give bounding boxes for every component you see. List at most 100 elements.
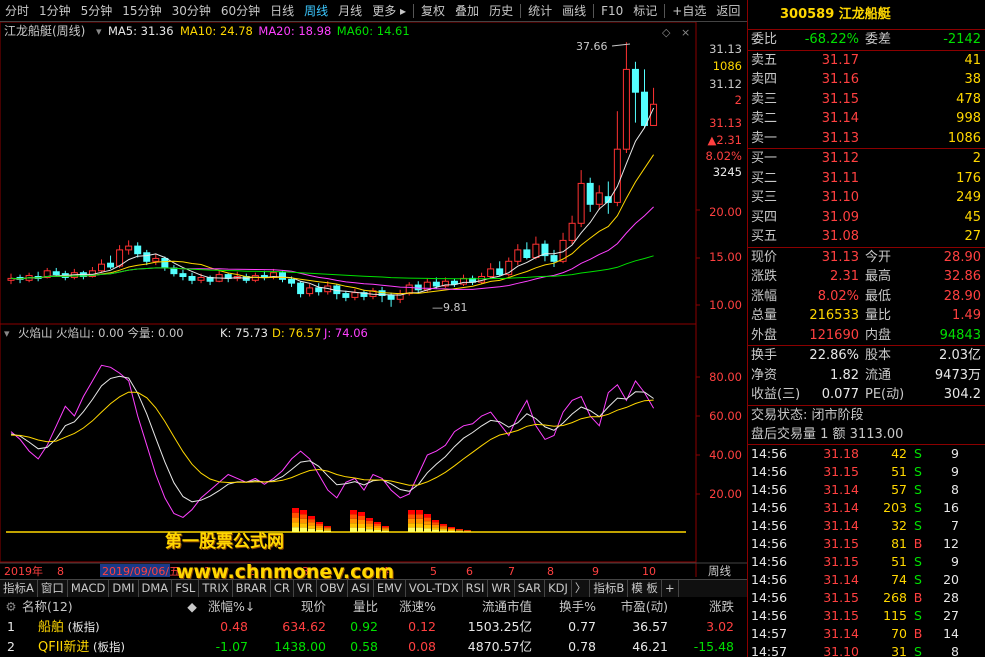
indicator-tab[interactable]: MACD <box>68 580 110 597</box>
indicator-tab[interactable]: WR <box>488 580 515 597</box>
indicator-tab[interactable]: CR <box>271 580 294 597</box>
price-axis-label: 8.02% <box>705 149 742 163</box>
tick-volume: 31 <box>891 643 907 657</box>
order-price: 31.12 <box>821 151 859 166</box>
indicator-tab[interactable]: 窗口 <box>38 580 68 597</box>
buy-orders: 买一 31.12 2 买二 31.11 176 买三 31.10 249 买四 31.09 45 买五 3… <box>748 149 985 248</box>
toolbar-item[interactable]: 月线 <box>333 0 367 22</box>
toolbar-item[interactable]: +自选 <box>667 0 711 22</box>
table-row[interactable]: 1 船舶 (板指) 0.48 634.62 0.92 0.12 1503.25亿 0.77 36… <box>0 617 747 637</box>
stat-value: 28.90 <box>943 249 981 265</box>
collapse-icon[interactable]: ▾ <box>96 25 102 38</box>
toolbar-item[interactable]: 画线 <box>557 0 591 22</box>
toolbar-item[interactable]: 60分钟 <box>216 0 265 22</box>
toolbar-item[interactable]: 复权 <box>416 0 450 22</box>
indicator-tab[interactable]: TRIX <box>199 580 233 597</box>
tick-price: 31.14 <box>823 517 859 533</box>
candle-body <box>577 182 585 224</box>
order-volume: 38 <box>964 72 981 87</box>
column-header[interactable]: 涨速% <box>378 597 436 617</box>
flame-bar <box>316 524 323 526</box>
toolbar-item[interactable]: 返回 <box>711 0 745 22</box>
table-row[interactable]: 2 QFII新进 (板指) -1.07 1438.00 0.58 0.08 4870.57亿… <box>0 637 747 657</box>
flame-bar <box>408 523 415 528</box>
candle-body <box>107 262 115 268</box>
indicator-tab[interactable]: OBV <box>317 580 349 597</box>
flame-bar <box>456 530 463 531</box>
toolbar-item[interactable]: 标记 <box>628 0 662 22</box>
flame-bar <box>366 518 373 521</box>
indicator-tab[interactable]: VOL-TDX <box>406 580 463 597</box>
toolbar-item[interactable]: 15分钟 <box>117 0 166 22</box>
indicator-tab[interactable]: + <box>662 580 679 597</box>
stat-label: 今开 <box>865 249 892 265</box>
toolbar-item[interactable]: 日线 <box>265 0 299 22</box>
indicator-tab[interactable]: 指标A <box>0 580 38 597</box>
toolbar-item[interactable]: 周线 <box>299 0 333 22</box>
price-axis: 31.13 1086 31.12 2 31.13 ▲2.31 8.02% 3245 20.00 1… <box>696 42 742 312</box>
tick-price: 31.15 <box>823 463 859 479</box>
candle-body <box>641 91 648 126</box>
candle-body <box>514 249 522 262</box>
indicator-tab[interactable]: BRAR <box>233 580 271 597</box>
tick-count: 9 <box>951 553 959 569</box>
flame-bar <box>292 512 299 518</box>
stat-value: 8.02% <box>817 288 859 304</box>
column-header[interactable]: 涨跌 <box>668 597 734 617</box>
indicator-tab[interactable]: 指标B <box>590 580 629 597</box>
column-header[interactable]: 市盈(动) <box>596 597 668 617</box>
tick-list[interactable]: 14:56 31.18 42 S 9 14:56 31.15 51 S 9 14:56 31.14 57… <box>748 445 985 657</box>
tick-time: 14:56 <box>751 481 788 497</box>
indicator-tab[interactable]: SAR <box>515 580 546 597</box>
candle-body <box>179 273 187 277</box>
indicator-tab[interactable]: VR <box>294 580 317 597</box>
candle-body <box>342 293 350 298</box>
gear-icon[interactable]: ⚙ <box>0 597 22 617</box>
toolbar-item[interactable]: 更多 ▸ <box>367 0 411 22</box>
toolbar-item[interactable]: 1分钟 <box>34 0 76 22</box>
column-header[interactable]: 名称(12) <box>22 597 176 617</box>
indicator-tab[interactable]: 模 板 <box>628 580 662 597</box>
flame-bar <box>358 528 365 532</box>
flame-bar <box>350 523 357 528</box>
flame-bar <box>358 512 365 516</box>
column-header[interactable]: 涨幅%↓ <box>208 597 255 617</box>
indicator-tab[interactable]: EMV <box>374 580 406 597</box>
column-header[interactable]: 换手% <box>532 597 596 617</box>
toolbar-item[interactable]: 30分钟 <box>167 0 216 22</box>
toolbar-item[interactable]: 5分钟 <box>76 0 118 22</box>
chart-area[interactable]: 江龙船艇(周线) ▾ MA5: 31.36 MA10: 24.78 MA20: 18.9… <box>0 22 747 577</box>
toolbar-item[interactable]: 分时 <box>0 0 34 22</box>
column-header[interactable]: 流通市值 <box>436 597 532 617</box>
toolbar-item[interactable]: F10 <box>596 0 628 22</box>
indicator-tab[interactable]: RSI <box>463 580 489 597</box>
candle-body <box>288 278 296 284</box>
tick-count: 16 <box>943 499 959 515</box>
column-header[interactable]: 量比 <box>326 597 378 617</box>
toolbar-item[interactable]: 统计 <box>523 0 557 22</box>
indicator-tab[interactable]: DMI <box>109 580 139 597</box>
tick-time: 14:56 <box>751 499 788 515</box>
toolbar-item[interactable]: 叠加 <box>450 0 484 22</box>
flame-bar <box>382 527 389 529</box>
row-cell: 36.57 <box>632 619 668 634</box>
toolbar-item[interactable]: 历史 <box>484 0 518 22</box>
close-icon[interactable]: × <box>681 26 690 39</box>
candle-body <box>125 245 133 251</box>
indicator-tab[interactable]: ASI <box>348 580 374 597</box>
indicator-tab[interactable]: 〉 <box>572 580 591 597</box>
indicator-tab[interactable]: KDJ <box>545 580 572 597</box>
indicator-tab[interactable]: DMA <box>139 580 173 597</box>
tick-time: 14:56 <box>751 445 788 461</box>
column-header[interactable]: 现价 <box>248 597 326 617</box>
order-volume: 249 <box>956 190 981 205</box>
tick-time: 14:56 <box>751 517 788 533</box>
tick-row: 14:56 31.14 74 S 20 <box>748 571 985 589</box>
table-header: ⚙ 名称(12) ◆ 涨幅%↓ 现价 量比 涨速% 流通市值 换手% 市盈(动) 涨跌 <box>0 597 747 617</box>
column-header[interactable]: ◆ <box>176 597 208 617</box>
diamond-icon[interactable]: ◇ <box>662 26 671 39</box>
indicator-tab[interactable]: FSL <box>172 580 200 597</box>
flame-bar <box>350 527 357 532</box>
time-axis-label: 5 <box>430 565 437 577</box>
collapse-icon[interactable]: ▾ <box>4 327 10 340</box>
